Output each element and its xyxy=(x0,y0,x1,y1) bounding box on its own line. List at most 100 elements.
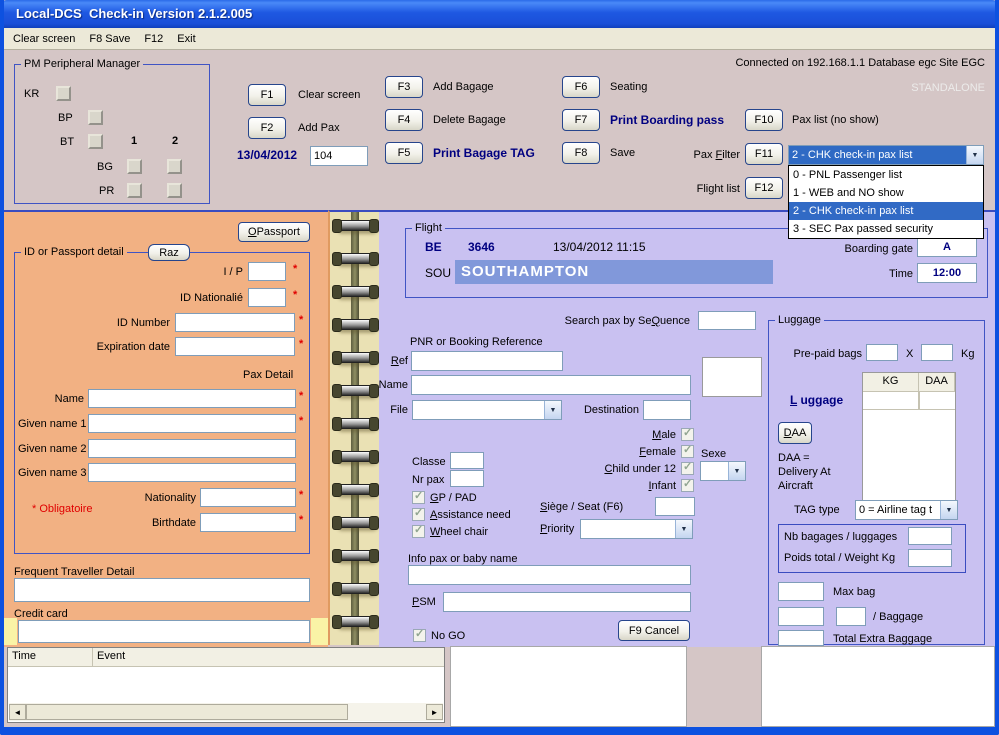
sexe-dropdown-arrow-icon[interactable] xyxy=(728,462,745,480)
menu-item-clear-screen[interactable]: Clear screen xyxy=(9,31,85,47)
birthdate-input[interactable] xyxy=(200,513,296,532)
scroll-thumb[interactable] xyxy=(26,704,348,720)
luggage-cell-daa[interactable] xyxy=(919,392,955,410)
wheelchair-checkbox[interactable] xyxy=(412,525,425,538)
scroll-left-arrow-icon[interactable]: ◄ xyxy=(9,704,26,720)
id-number-input[interactable] xyxy=(175,313,295,332)
extra-per-bag-input[interactable] xyxy=(836,607,866,626)
pax-filter-option-3[interactable]: 3 - SEC Pax passed security xyxy=(789,220,983,238)
nogo-checkbox[interactable] xyxy=(413,629,426,642)
f10-button[interactable]: F10 xyxy=(745,109,783,131)
pax-filter-option-2[interactable]: 2 - CHK check-in pax list xyxy=(789,202,983,220)
f3-button[interactable]: F3 xyxy=(385,76,423,98)
psm-input[interactable] xyxy=(443,592,691,612)
classe-input[interactable] xyxy=(450,452,484,469)
departure-time-input[interactable] xyxy=(917,263,977,283)
pax-filter-dropdown-arrow-icon[interactable] xyxy=(966,146,983,164)
luggage-label: L uggage xyxy=(790,394,843,407)
daa-button[interactable]: DAA xyxy=(778,422,812,444)
destination-input[interactable] xyxy=(643,400,691,420)
menu-item-f8-save[interactable]: F8 Save xyxy=(85,31,140,47)
flight-datetime: 13/04/2012 11:15 xyxy=(553,241,646,254)
sexe-combobox[interactable] xyxy=(700,461,746,481)
id-nationality-input[interactable] xyxy=(248,288,286,307)
male-checkbox[interactable] xyxy=(681,428,694,441)
pax-filter-option-1[interactable]: 1 - WEB and NO show xyxy=(789,184,983,202)
luggage-col-daa[interactable]: DAA xyxy=(919,373,955,391)
nrpax-input[interactable] xyxy=(450,470,484,487)
assistance-checkbox[interactable] xyxy=(412,508,425,521)
given-name-1-input[interactable] xyxy=(88,414,296,433)
luggage-table-header: KG DAA xyxy=(863,373,955,392)
name-input[interactable] xyxy=(88,389,296,408)
menu-item-exit[interactable]: Exit xyxy=(173,31,205,47)
f8-button[interactable]: F8 xyxy=(562,142,600,164)
priority-dropdown-arrow-icon[interactable] xyxy=(675,520,692,538)
weight-total-input[interactable] xyxy=(908,549,952,567)
frequent-traveller-input[interactable] xyxy=(14,578,310,602)
total-extra-input[interactable] xyxy=(778,630,824,646)
info-pax-input[interactable] xyxy=(408,565,691,585)
peripheral-bp-indicator[interactable] xyxy=(88,110,103,125)
seat-input[interactable] xyxy=(655,497,695,516)
peripheral-pr-label: PR xyxy=(99,185,114,198)
luggage-col-kg[interactable]: KG xyxy=(863,373,919,391)
nb-bags-input[interactable] xyxy=(908,527,952,545)
max-bag-input[interactable] xyxy=(778,582,824,601)
boarding-gate-input[interactable] xyxy=(917,237,977,257)
ref-input[interactable] xyxy=(411,351,563,371)
given-name-3-input[interactable] xyxy=(88,463,296,482)
ref-label: Ref xyxy=(385,355,408,368)
f1-button[interactable]: F1 xyxy=(248,84,286,106)
prepaid-weight-input[interactable] xyxy=(921,344,953,361)
female-checkbox[interactable] xyxy=(681,445,694,458)
gp-pad-checkbox[interactable] xyxy=(412,491,425,504)
title-bar[interactable]: Local-DCS Check-in Version 2.1.2.005 xyxy=(0,0,999,28)
f5-button[interactable]: F5 xyxy=(385,142,423,164)
peripheral-bg-indicator-1[interactable] xyxy=(127,159,142,174)
f4-button[interactable]: F4 xyxy=(385,109,423,131)
search-sequence-input[interactable] xyxy=(698,311,756,330)
infant-checkbox[interactable] xyxy=(681,479,694,492)
credit-card-input[interactable] xyxy=(18,620,310,643)
tag-type-combobox[interactable]: 0 = Airline tag t xyxy=(855,500,958,520)
f9-cancel-button[interactable]: F9 Cancel xyxy=(618,620,690,641)
counter-input[interactable] xyxy=(310,146,368,166)
child-checkbox[interactable] xyxy=(681,462,694,475)
peripheral-pr-indicator-1[interactable] xyxy=(127,183,142,198)
event-log-hscrollbar[interactable]: ◄ ► xyxy=(9,703,443,721)
expiration-date-input[interactable] xyxy=(175,337,295,356)
peripheral-pr-indicator-2[interactable] xyxy=(167,183,182,198)
passport-button[interactable]: O Passport xyxy=(238,222,310,242)
f7-button[interactable]: F7 xyxy=(562,109,600,131)
peripheral-bg-indicator-2[interactable] xyxy=(167,159,182,174)
event-col-time[interactable]: Time xyxy=(8,648,93,666)
extra-amount-input[interactable] xyxy=(778,607,824,626)
f11-button[interactable]: F11 xyxy=(745,143,783,165)
peripheral-bt-indicator[interactable] xyxy=(88,134,103,149)
luggage-cell-kg[interactable] xyxy=(863,392,919,410)
luggage-table-row[interactable] xyxy=(863,392,955,410)
f6-button[interactable]: F6 xyxy=(562,76,600,98)
file-combobox[interactable] xyxy=(412,400,562,420)
pax-filter-combobox[interactable]: 2 - CHK check-in pax list xyxy=(788,145,984,165)
search-sequence-label: Search pax by SeQuence xyxy=(515,315,690,328)
pax-name-input[interactable] xyxy=(411,375,691,395)
scroll-right-arrow-icon[interactable]: ► xyxy=(426,704,443,720)
menu-item-f12[interactable]: F12 xyxy=(140,31,173,47)
f12-button[interactable]: F12 xyxy=(745,177,783,199)
prepaid-count-input[interactable] xyxy=(866,344,898,361)
raz-button[interactable]: Raz xyxy=(148,244,190,261)
nationality-input[interactable] xyxy=(200,488,296,507)
ip-input[interactable] xyxy=(248,262,286,281)
given-name-2-input[interactable] xyxy=(88,439,296,458)
priority-combobox[interactable] xyxy=(580,519,693,539)
f2-button[interactable]: F2 xyxy=(248,117,286,139)
event-col-event[interactable]: Event xyxy=(93,648,444,666)
tag-type-dropdown-arrow-icon[interactable] xyxy=(940,501,957,519)
peripheral-kr-indicator[interactable] xyxy=(56,86,71,101)
file-dropdown-arrow-icon[interactable] xyxy=(544,401,561,419)
connection-status: Connected on 192.168.1.1 Database egc Si… xyxy=(620,57,985,70)
pax-filter-option-0[interactable]: 0 - PNL Passenger list xyxy=(789,166,983,184)
nrpax-label: Nr pax xyxy=(412,474,444,487)
